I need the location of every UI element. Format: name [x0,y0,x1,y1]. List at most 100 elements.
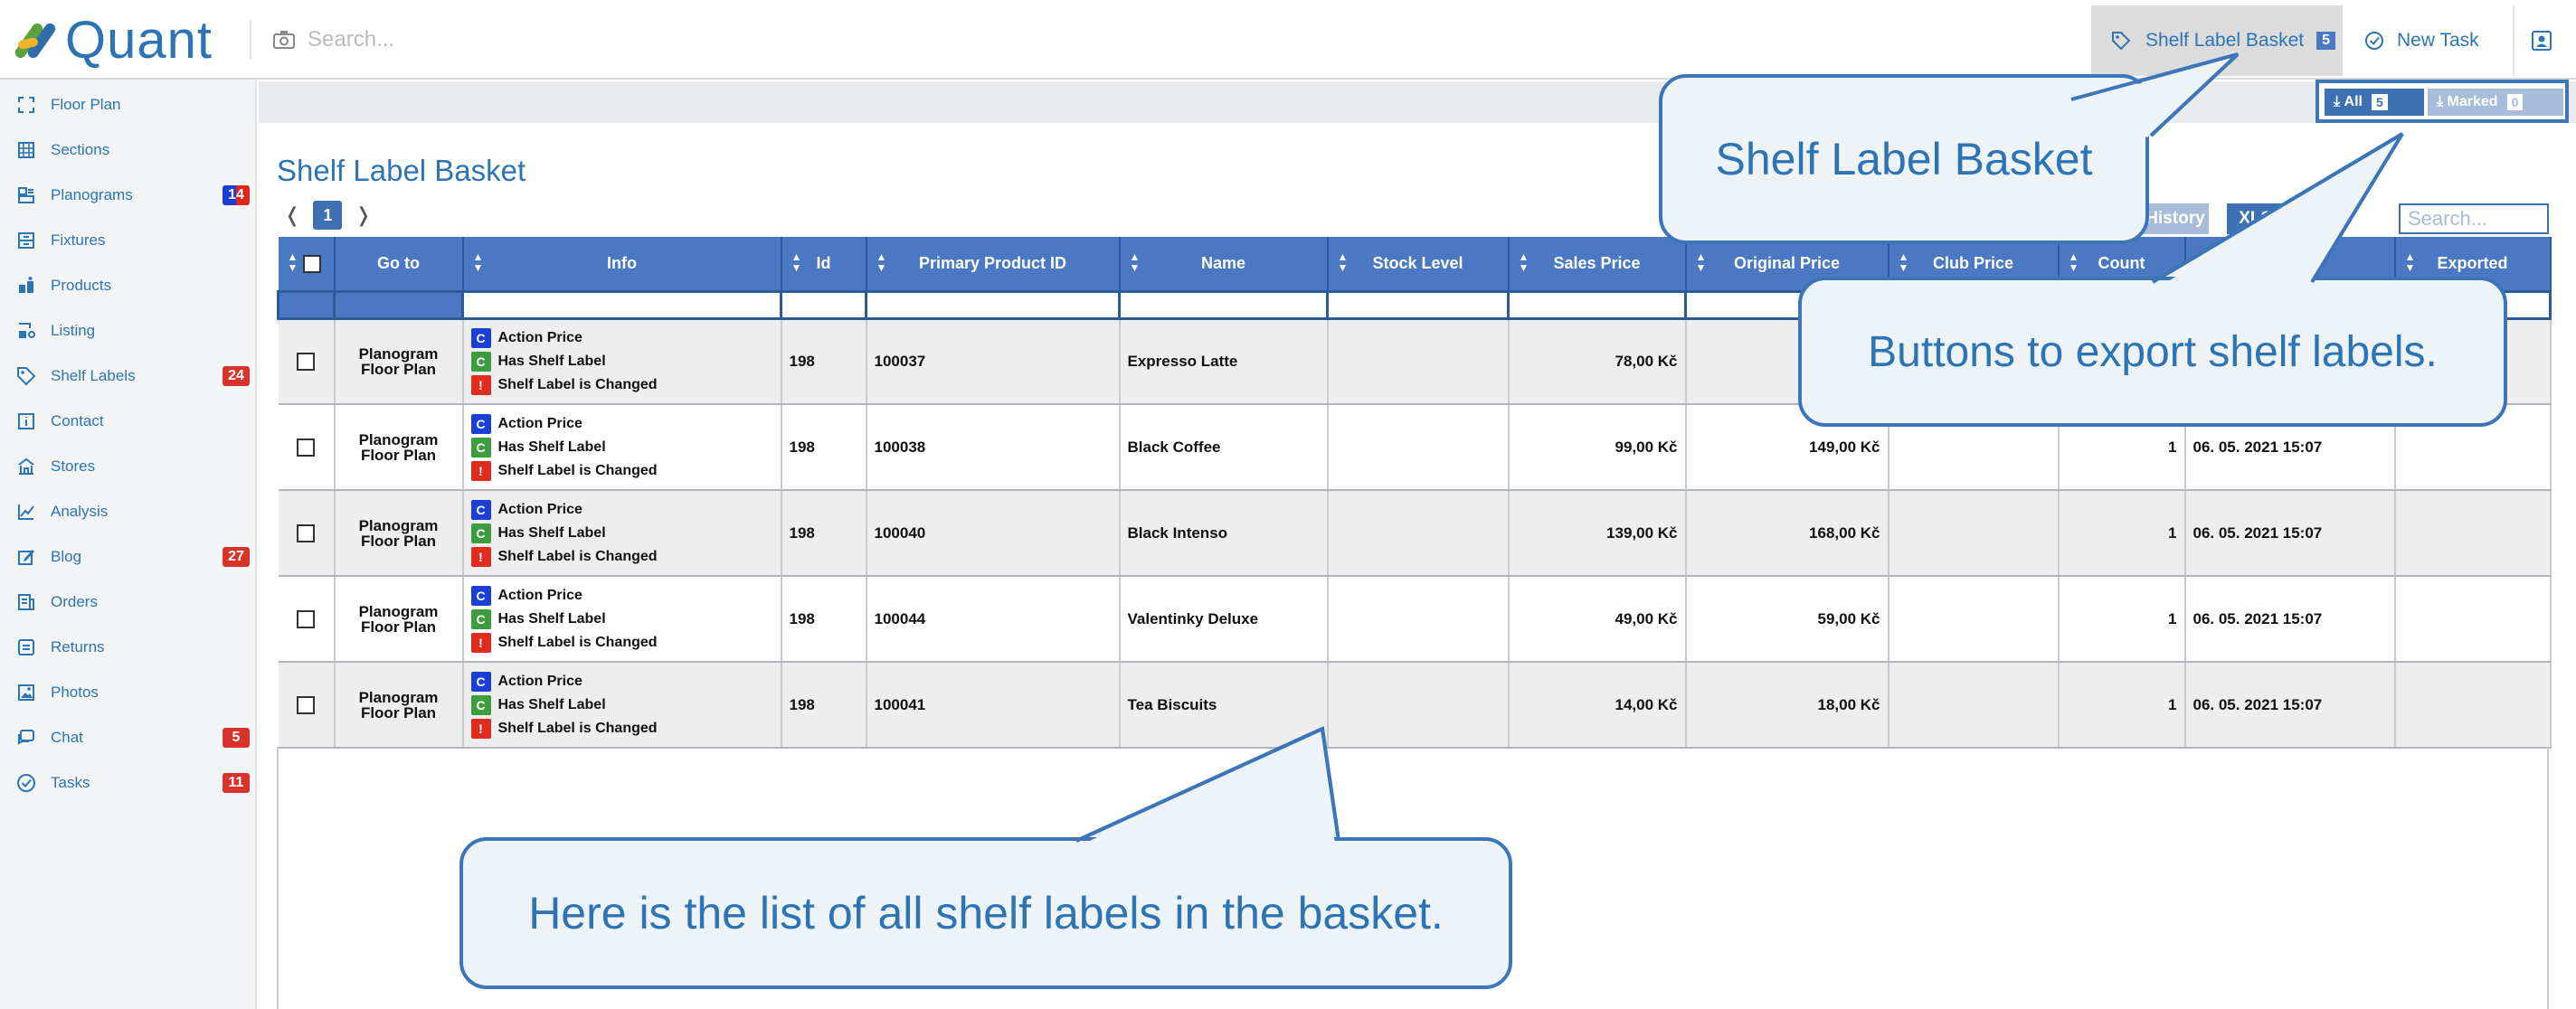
floor-plan-link[interactable]: Floor Plan [336,619,462,635]
floor-plan-link[interactable]: Floor Plan [336,705,462,721]
column-header[interactable]: ▲ ▼ Primary Product ID [866,237,1121,291]
sidebar-item-sections[interactable]: Sections [0,128,257,172]
row-checkbox[interactable] [297,523,315,542]
filter-cell[interactable] [865,289,1121,320]
info-tag-icon: ! [470,546,491,567]
info-line: C Has Shelf Label [470,350,781,373]
basket-label: Shelf Label Basket [2145,30,2305,51]
sidebar-item-planograms[interactable]: Planograms 14 [0,174,257,217]
row-checkbox[interactable] [297,609,315,628]
user-profile-button[interactable] [2513,5,2569,76]
app-name: Quant [65,10,213,70]
export-marked-button[interactable]: ⤓ Marked 0 [2428,89,2563,116]
sidebar-item-analysis[interactable]: Analysis [0,490,257,533]
column-header[interactable]: ▲ ▼ Stock Level [1327,237,1510,291]
filter-cell[interactable] [1326,289,1510,320]
export-all-label: All [2344,94,2363,109]
prev-page-button[interactable]: ❬ [284,203,300,227]
column-header[interactable]: Go to [334,237,464,291]
filter-cell[interactable] [1507,289,1687,320]
info-tag-icon: C [470,694,491,715]
sidebar-item-floor-plan[interactable]: Floor Plan [0,83,257,127]
planogram-link[interactable]: Planogram [336,518,462,533]
info-text: Shelf Label is Changed [497,548,658,564]
sidebar-item-label: Blog [51,548,82,565]
sidebar-item-tasks[interactable]: Tasks 11 [0,761,257,805]
shelf-label-basket-button[interactable]: Shelf Label Basket 5 [2091,5,2343,76]
row-select-cell[interactable] [278,490,336,577]
info-text: Has Shelf Label [497,353,606,369]
pagination: ❬ 1 ❭ [284,201,372,230]
sidebar-item-contact[interactable]: Contact [0,400,257,443]
sidebar-item-stores[interactable]: Stores [0,445,257,488]
callout-export: Buttons to export shelf labels. [1798,277,2507,427]
sidebar-item-shelf-labels[interactable]: Shelf Labels 24 [0,354,257,398]
planogram-link[interactable]: Planogram [336,346,462,362]
column-header-label: Stock Level [1372,253,1463,272]
sidebar-item-blog[interactable]: Blog 27 [0,535,257,579]
table-row[interactable]: Planogram Floor Plan C Action Price C Has She… [278,576,2552,663]
select-all-header[interactable]: ▲ ▼ [278,237,336,291]
current-page[interactable]: 1 [313,201,343,230]
filter-cell[interactable] [461,289,782,320]
row-select-cell[interactable] [278,662,336,749]
column-header[interactable]: ▲ ▼ Id [781,237,867,291]
info-text: Action Price [497,587,582,603]
row-select-cell[interactable] [278,318,336,405]
page-title: Shelf Label Basket [277,154,526,187]
next-page-button[interactable]: ❭ [355,203,371,227]
sales-price-cell: 78,00 Kč [1508,318,1687,405]
sidebar-item-products[interactable]: Products [0,264,257,307]
floor-plan-link[interactable]: Floor Plan [336,533,462,549]
filter-cell[interactable] [1118,289,1329,320]
search-input[interactable] [308,27,760,52]
planogram-link[interactable]: Planogram [336,690,462,705]
xlsx-export-button[interactable]: XLSX [2227,203,2296,234]
info-tag-icon: ! [470,718,491,739]
table-search-input[interactable] [2399,203,2549,234]
club-price-cell [1888,576,2060,663]
sidebar-item-fixtures[interactable]: Fixtures [0,219,257,262]
row-checkbox[interactable] [297,695,315,714]
column-header-label: Sales Price [1553,253,1641,272]
sidebar-item-orders[interactable]: Orders [0,580,257,624]
row-checkbox[interactable] [297,438,315,457]
filter-cell[interactable] [780,289,867,320]
new-task-button[interactable]: New Task [2352,5,2505,76]
sidebar-item-returns[interactable]: Returns [0,626,257,669]
sidebar-badge: 24 [223,366,250,386]
info-cell: C Action Price C Has Shelf Label! Shelf Labe… [462,576,782,663]
camera-icon[interactable] [273,30,295,50]
table-row[interactable]: Planogram Floor Plan C Action Price C Has She… [278,490,2552,577]
column-header[interactable]: ▲ ▼ Info [462,237,782,291]
column-header[interactable]: ▲ ▼ Name [1119,237,1329,291]
planogram-link[interactable]: Planogram [336,432,462,448]
floor-plan-link[interactable]: Floor Plan [336,448,462,463]
info-tag-icon: ! [470,460,491,481]
name-cell: Tea Biscuits [1119,662,1329,749]
floor-plan-link[interactable]: Floor Plan [336,362,462,377]
global-search [250,20,792,60]
column-header-label: Info [607,253,637,272]
product-id-cell: 100038 [866,404,1121,491]
sidebar-item-listing[interactable]: Listing [0,309,257,353]
app-logo[interactable]: Quant [13,9,242,71]
id-cell: 198 [781,490,867,577]
row-select-cell[interactable] [278,576,336,663]
column-header-label: Name [1200,253,1246,272]
sidebar-item-chat[interactable]: Chat 5 [0,716,257,759]
download-icon: ⤓ [2334,94,2341,109]
column-header[interactable]: ▲ ▼ Sales Price [1508,237,1687,291]
select-all-checkbox[interactable] [303,254,321,273]
sections-icon [18,142,34,158]
planogram-link[interactable]: Planogram [336,604,462,619]
history-button[interactable]: History [2142,203,2209,234]
sidebar-item-photos[interactable]: Photos [0,671,257,714]
row-select-cell[interactable] [278,404,336,491]
info-tag-icon: C [470,351,491,372]
row-checkbox[interactable] [297,353,315,371]
info-cell: C Action Price C Has Shelf Label! Shelf Labe… [462,490,782,577]
info-text: Shelf Label is Changed [497,462,658,478]
export-all-button[interactable]: ⤓ All 5 [2325,89,2424,116]
table-row[interactable]: Planogram Floor Plan C Action Price C Has She… [278,662,2552,749]
